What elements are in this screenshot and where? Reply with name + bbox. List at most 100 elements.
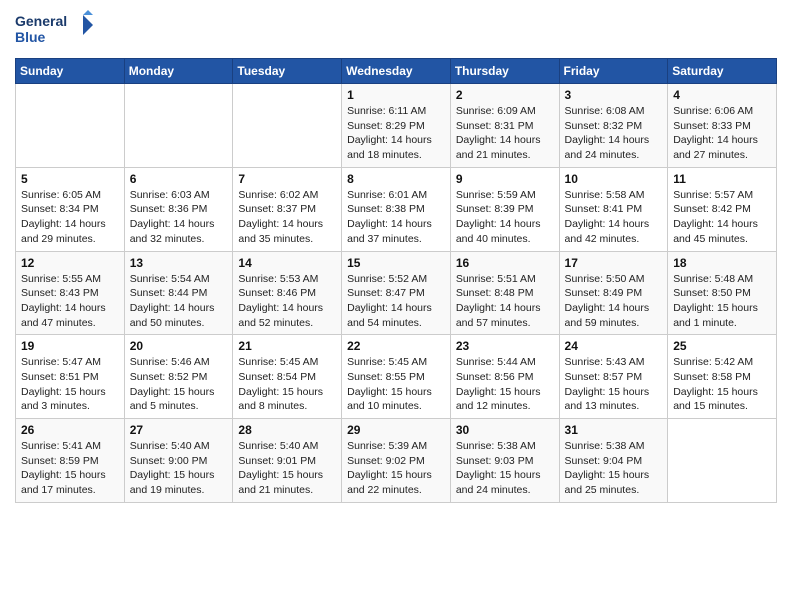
day-info: Sunrise: 5:53 AMSunset: 8:46 PMDaylight:… <box>238 272 336 331</box>
day-info: Sunrise: 5:41 AMSunset: 8:59 PMDaylight:… <box>21 439 119 498</box>
day-number: 6 <box>130 172 228 186</box>
calendar-cell: 13 Sunrise: 5:54 AMSunset: 8:44 PMDayligh… <box>124 251 233 335</box>
weekday-header: Wednesday <box>342 59 451 84</box>
calendar-cell: 27 Sunrise: 5:40 AMSunset: 9:00 PMDayligh… <box>124 419 233 503</box>
calendar-cell: 18 Sunrise: 5:48 AMSunset: 8:50 PMDayligh… <box>668 251 777 335</box>
calendar-cell: 8 Sunrise: 6:01 AMSunset: 8:38 PMDaylight… <box>342 167 451 251</box>
weekday-header: Thursday <box>450 59 559 84</box>
day-number: 14 <box>238 256 336 270</box>
svg-text:Blue: Blue <box>15 29 46 45</box>
day-number: 17 <box>565 256 663 270</box>
day-info: Sunrise: 5:45 AMSunset: 8:55 PMDaylight:… <box>347 355 445 414</box>
day-info: Sunrise: 5:58 AMSunset: 8:41 PMDaylight:… <box>565 188 663 247</box>
calendar-cell <box>233 84 342 168</box>
day-number: 1 <box>347 88 445 102</box>
calendar-cell: 2 Sunrise: 6:09 AMSunset: 8:31 PMDaylight… <box>450 84 559 168</box>
day-info: Sunrise: 5:45 AMSunset: 8:54 PMDaylight:… <box>238 355 336 414</box>
calendar-cell: 29 Sunrise: 5:39 AMSunset: 9:02 PMDayligh… <box>342 419 451 503</box>
day-number: 18 <box>673 256 771 270</box>
svg-text:General: General <box>15 13 67 29</box>
day-number: 16 <box>456 256 554 270</box>
calendar-table: SundayMondayTuesdayWednesdayThursdayFrid… <box>15 58 777 503</box>
calendar-cell: 28 Sunrise: 5:40 AMSunset: 9:01 PMDayligh… <box>233 419 342 503</box>
logo-svg: GeneralBlue <box>15 10 95 50</box>
day-number: 12 <box>21 256 119 270</box>
day-info: Sunrise: 6:05 AMSunset: 8:34 PMDaylight:… <box>21 188 119 247</box>
calendar-cell: 1 Sunrise: 6:11 AMSunset: 8:29 PMDaylight… <box>342 84 451 168</box>
weekday-header: Saturday <box>668 59 777 84</box>
calendar-cell: 25 Sunrise: 5:42 AMSunset: 8:58 PMDayligh… <box>668 335 777 419</box>
calendar-header-row: SundayMondayTuesdayWednesdayThursdayFrid… <box>16 59 777 84</box>
page-header: GeneralBlue <box>15 10 777 50</box>
day-number: 15 <box>347 256 445 270</box>
day-info: Sunrise: 5:38 AMSunset: 9:04 PMDaylight:… <box>565 439 663 498</box>
day-number: 13 <box>130 256 228 270</box>
calendar-cell: 12Sunrise: 5:55 AMSunset: 8:43 PMDayligh… <box>16 251 125 335</box>
calendar-week-row: 5 Sunrise: 6:05 AMSunset: 8:34 PMDaylight… <box>16 167 777 251</box>
day-number: 20 <box>130 339 228 353</box>
day-info: Sunrise: 5:46 AMSunset: 8:52 PMDaylight:… <box>130 355 228 414</box>
day-info: Sunrise: 5:40 AMSunset: 9:01 PMDaylight:… <box>238 439 336 498</box>
day-info: Sunrise: 5:52 AMSunset: 8:47 PMDaylight:… <box>347 272 445 331</box>
weekday-header: Sunday <box>16 59 125 84</box>
day-info: Sunrise: 5:38 AMSunset: 9:03 PMDaylight:… <box>456 439 554 498</box>
day-info: Sunrise: 5:50 AMSunset: 8:49 PMDaylight:… <box>565 272 663 331</box>
day-info: Sunrise: 5:59 AMSunset: 8:39 PMDaylight:… <box>456 188 554 247</box>
calendar-cell <box>124 84 233 168</box>
calendar-cell: 17 Sunrise: 5:50 AMSunset: 8:49 PMDayligh… <box>559 251 668 335</box>
day-info: Sunrise: 5:51 AMSunset: 8:48 PMDaylight:… <box>456 272 554 331</box>
day-number: 24 <box>565 339 663 353</box>
day-number: 8 <box>347 172 445 186</box>
calendar-cell: 10Sunrise: 5:58 AMSunset: 8:41 PMDayligh… <box>559 167 668 251</box>
day-info: Sunrise: 6:08 AMSunset: 8:32 PMDaylight:… <box>565 104 663 163</box>
weekday-header: Monday <box>124 59 233 84</box>
day-number: 5 <box>21 172 119 186</box>
day-info: Sunrise: 5:39 AMSunset: 9:02 PMDaylight:… <box>347 439 445 498</box>
day-number: 2 <box>456 88 554 102</box>
day-number: 25 <box>673 339 771 353</box>
day-number: 3 <box>565 88 663 102</box>
day-number: 4 <box>673 88 771 102</box>
day-info: Sunrise: 6:03 AMSunset: 8:36 PMDaylight:… <box>130 188 228 247</box>
calendar-week-row: 26Sunrise: 5:41 AMSunset: 8:59 PMDayligh… <box>16 419 777 503</box>
day-number: 23 <box>456 339 554 353</box>
day-number: 27 <box>130 423 228 437</box>
calendar-cell <box>668 419 777 503</box>
calendar-cell: 16 Sunrise: 5:51 AMSunset: 8:48 PMDayligh… <box>450 251 559 335</box>
calendar-cell: 14 Sunrise: 5:53 AMSunset: 8:46 PMDayligh… <box>233 251 342 335</box>
day-number: 31 <box>565 423 663 437</box>
day-info: Sunrise: 5:40 AMSunset: 9:00 PMDaylight:… <box>130 439 228 498</box>
day-info: Sunrise: 6:01 AMSunset: 8:38 PMDaylight:… <box>347 188 445 247</box>
calendar-cell: 24Sunrise: 5:43 AMSunset: 8:57 PMDayligh… <box>559 335 668 419</box>
day-info: Sunrise: 5:54 AMSunset: 8:44 PMDaylight:… <box>130 272 228 331</box>
day-number: 9 <box>456 172 554 186</box>
calendar-cell: 22 Sunrise: 5:45 AMSunset: 8:55 PMDayligh… <box>342 335 451 419</box>
calendar-cell: 31 Sunrise: 5:38 AMSunset: 9:04 PMDayligh… <box>559 419 668 503</box>
day-info: Sunrise: 6:09 AMSunset: 8:31 PMDaylight:… <box>456 104 554 163</box>
day-number: 7 <box>238 172 336 186</box>
day-info: Sunrise: 5:42 AMSunset: 8:58 PMDaylight:… <box>673 355 771 414</box>
calendar-cell: 30Sunrise: 5:38 AMSunset: 9:03 PMDayligh… <box>450 419 559 503</box>
calendar-cell: 7 Sunrise: 6:02 AMSunset: 8:37 PMDaylight… <box>233 167 342 251</box>
day-info: Sunrise: 6:11 AMSunset: 8:29 PMDaylight:… <box>347 104 445 163</box>
calendar-cell: 19Sunrise: 5:47 AMSunset: 8:51 PMDayligh… <box>16 335 125 419</box>
calendar-cell: 5 Sunrise: 6:05 AMSunset: 8:34 PMDaylight… <box>16 167 125 251</box>
day-info: Sunrise: 6:02 AMSunset: 8:37 PMDaylight:… <box>238 188 336 247</box>
calendar-cell: 4 Sunrise: 6:06 AMSunset: 8:33 PMDaylight… <box>668 84 777 168</box>
day-info: Sunrise: 5:48 AMSunset: 8:50 PMDaylight:… <box>673 272 771 331</box>
calendar-cell: 21Sunrise: 5:45 AMSunset: 8:54 PMDayligh… <box>233 335 342 419</box>
calendar-cell: 6 Sunrise: 6:03 AMSunset: 8:36 PMDaylight… <box>124 167 233 251</box>
calendar-cell: 15 Sunrise: 5:52 AMSunset: 8:47 PMDayligh… <box>342 251 451 335</box>
logo: GeneralBlue <box>15 10 95 50</box>
calendar-cell: 23Sunrise: 5:44 AMSunset: 8:56 PMDayligh… <box>450 335 559 419</box>
day-info: Sunrise: 5:57 AMSunset: 8:42 PMDaylight:… <box>673 188 771 247</box>
day-info: Sunrise: 6:06 AMSunset: 8:33 PMDaylight:… <box>673 104 771 163</box>
day-number: 22 <box>347 339 445 353</box>
weekday-header: Friday <box>559 59 668 84</box>
calendar-cell <box>16 84 125 168</box>
day-number: 28 <box>238 423 336 437</box>
calendar-cell: 26Sunrise: 5:41 AMSunset: 8:59 PMDayligh… <box>16 419 125 503</box>
day-info: Sunrise: 5:47 AMSunset: 8:51 PMDaylight:… <box>21 355 119 414</box>
day-number: 29 <box>347 423 445 437</box>
day-number: 11 <box>673 172 771 186</box>
